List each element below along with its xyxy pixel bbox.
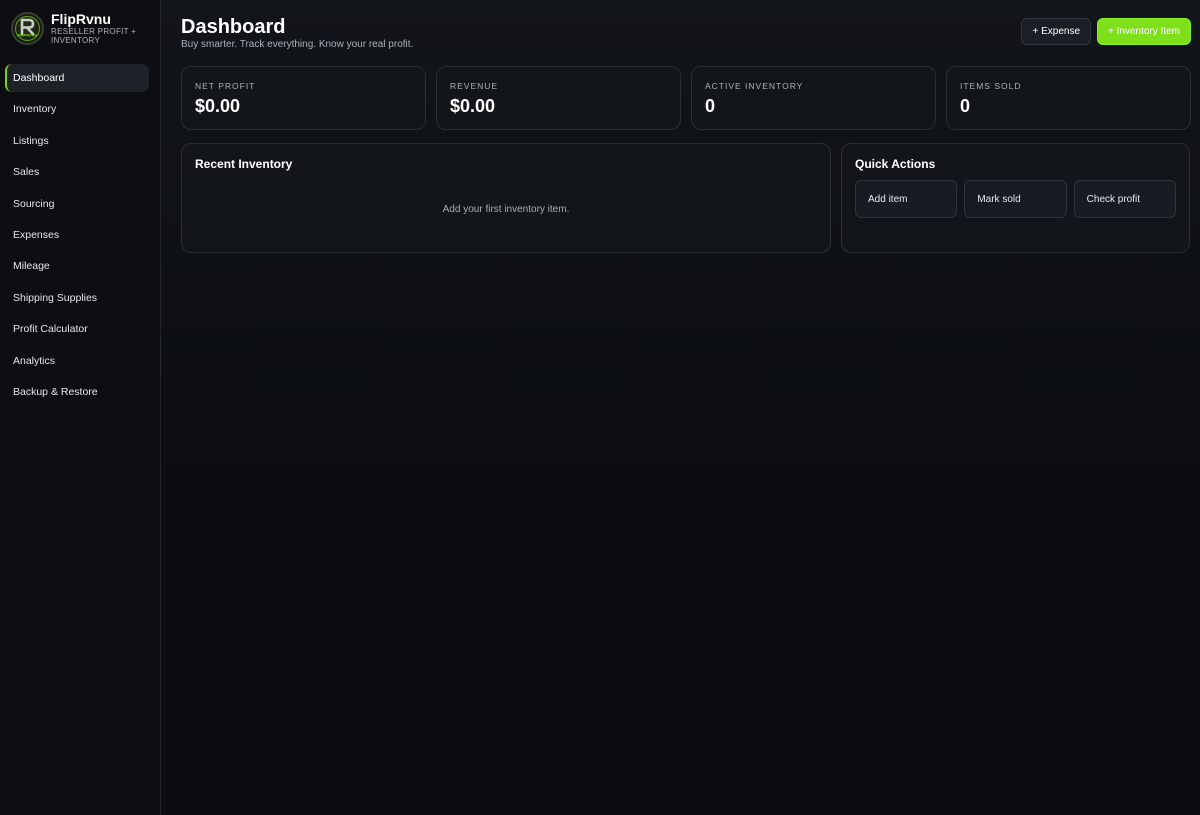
panel-title: Recent Inventory (195, 157, 293, 171)
add-item-button[interactable]: Add item (855, 180, 958, 218)
stat-value: 0 (705, 96, 716, 116)
stat-label: ACTIVE INVENTORY (705, 81, 804, 91)
header-actions: + Expense + Inventory Item (1021, 18, 1191, 45)
brand-tagline: RESELLER PROFIT + INVENTORY (51, 26, 137, 45)
sidebar-item-profit-calculator[interactable]: Profit Calculator (5, 315, 149, 343)
panel-title: Quick Actions (855, 157, 936, 171)
add-expense-button[interactable]: + Expense (1021, 18, 1092, 45)
page-header: Dashboard Buy smarter. Track everything.… (181, 16, 1191, 66)
sidebar-nav: Dashboard Inventory Listings Sales Sourc… (5, 64, 149, 406)
stat-card-revenue: REVENUE $0.00 (436, 66, 681, 130)
stat-label: NET PROFIT (195, 81, 256, 91)
brand[interactable]: FLIPRVNU FlipRvnu RESELLER PROFIT + INVE… (5, 10, 149, 46)
sidebar-item-expenses[interactable]: Expenses (5, 221, 149, 249)
mark-sold-button[interactable]: Mark sold (964, 180, 1067, 218)
panels-row: Recent Inventory Add your first inventor… (181, 143, 1191, 253)
recent-inventory-panel: Recent Inventory Add your first inventor… (181, 143, 831, 253)
add-inventory-item-button[interactable]: + Inventory Item (1097, 18, 1191, 45)
quick-actions-panel: Quick Actions Add item Mark sold Check p… (841, 143, 1190, 253)
sidebar-item-mileage[interactable]: Mileage (5, 252, 149, 280)
main-content: Dashboard Buy smarter. Track everything.… (161, 0, 1200, 815)
quick-actions-grid: Add item Mark sold Check profit (855, 180, 1176, 218)
stat-card-active-inventory: ACTIVE INVENTORY 0 (691, 66, 936, 130)
sidebar: FLIPRVNU FlipRvnu RESELLER PROFIT + INVE… (0, 0, 161, 815)
sidebar-item-analytics[interactable]: Analytics (5, 347, 149, 375)
stat-value: $0.00 (450, 96, 496, 116)
logo-text: FLIPRVNU (18, 32, 38, 37)
sidebar-item-dashboard[interactable]: Dashboard (5, 64, 149, 92)
sidebar-item-backup-restore[interactable]: Backup & Restore (5, 378, 149, 406)
stats-row: NET PROFIT $0.00 REVENUE $0.00 ACTIVE IN… (181, 66, 1191, 130)
brand-logo-icon: FLIPRVNU (11, 11, 44, 45)
sidebar-item-sales[interactable]: Sales (5, 158, 149, 186)
stat-card-net-profit: NET PROFIT $0.00 (181, 66, 426, 130)
brand-text: FlipRvnu RESELLER PROFIT + INVENTORY (51, 10, 137, 45)
page-title: Dashboard (181, 16, 286, 38)
sidebar-item-sourcing[interactable]: Sourcing (5, 190, 149, 218)
stat-label: ITEMS SOLD (960, 81, 1022, 91)
stat-value: $0.00 (195, 96, 241, 116)
empty-state-text: Add your first inventory item. (442, 204, 570, 215)
sidebar-item-inventory[interactable]: Inventory (5, 95, 149, 123)
title-block: Dashboard Buy smarter. Track everything.… (181, 16, 413, 50)
sidebar-item-shipping-supplies[interactable]: Shipping Supplies (5, 284, 149, 312)
sidebar-item-listings[interactable]: Listings (5, 127, 149, 155)
stat-value: 0 (960, 96, 971, 116)
page-subtitle: Buy smarter. Track everything. Know your… (181, 39, 414, 50)
stat-label: REVENUE (450, 81, 499, 91)
app-shell: FLIPRVNU FlipRvnu RESELLER PROFIT + INVE… (0, 0, 1200, 815)
check-profit-button[interactable]: Check profit (1073, 180, 1176, 218)
stat-card-items-sold: ITEMS SOLD 0 (946, 66, 1191, 130)
brand-name: FlipRvnu (51, 10, 111, 27)
